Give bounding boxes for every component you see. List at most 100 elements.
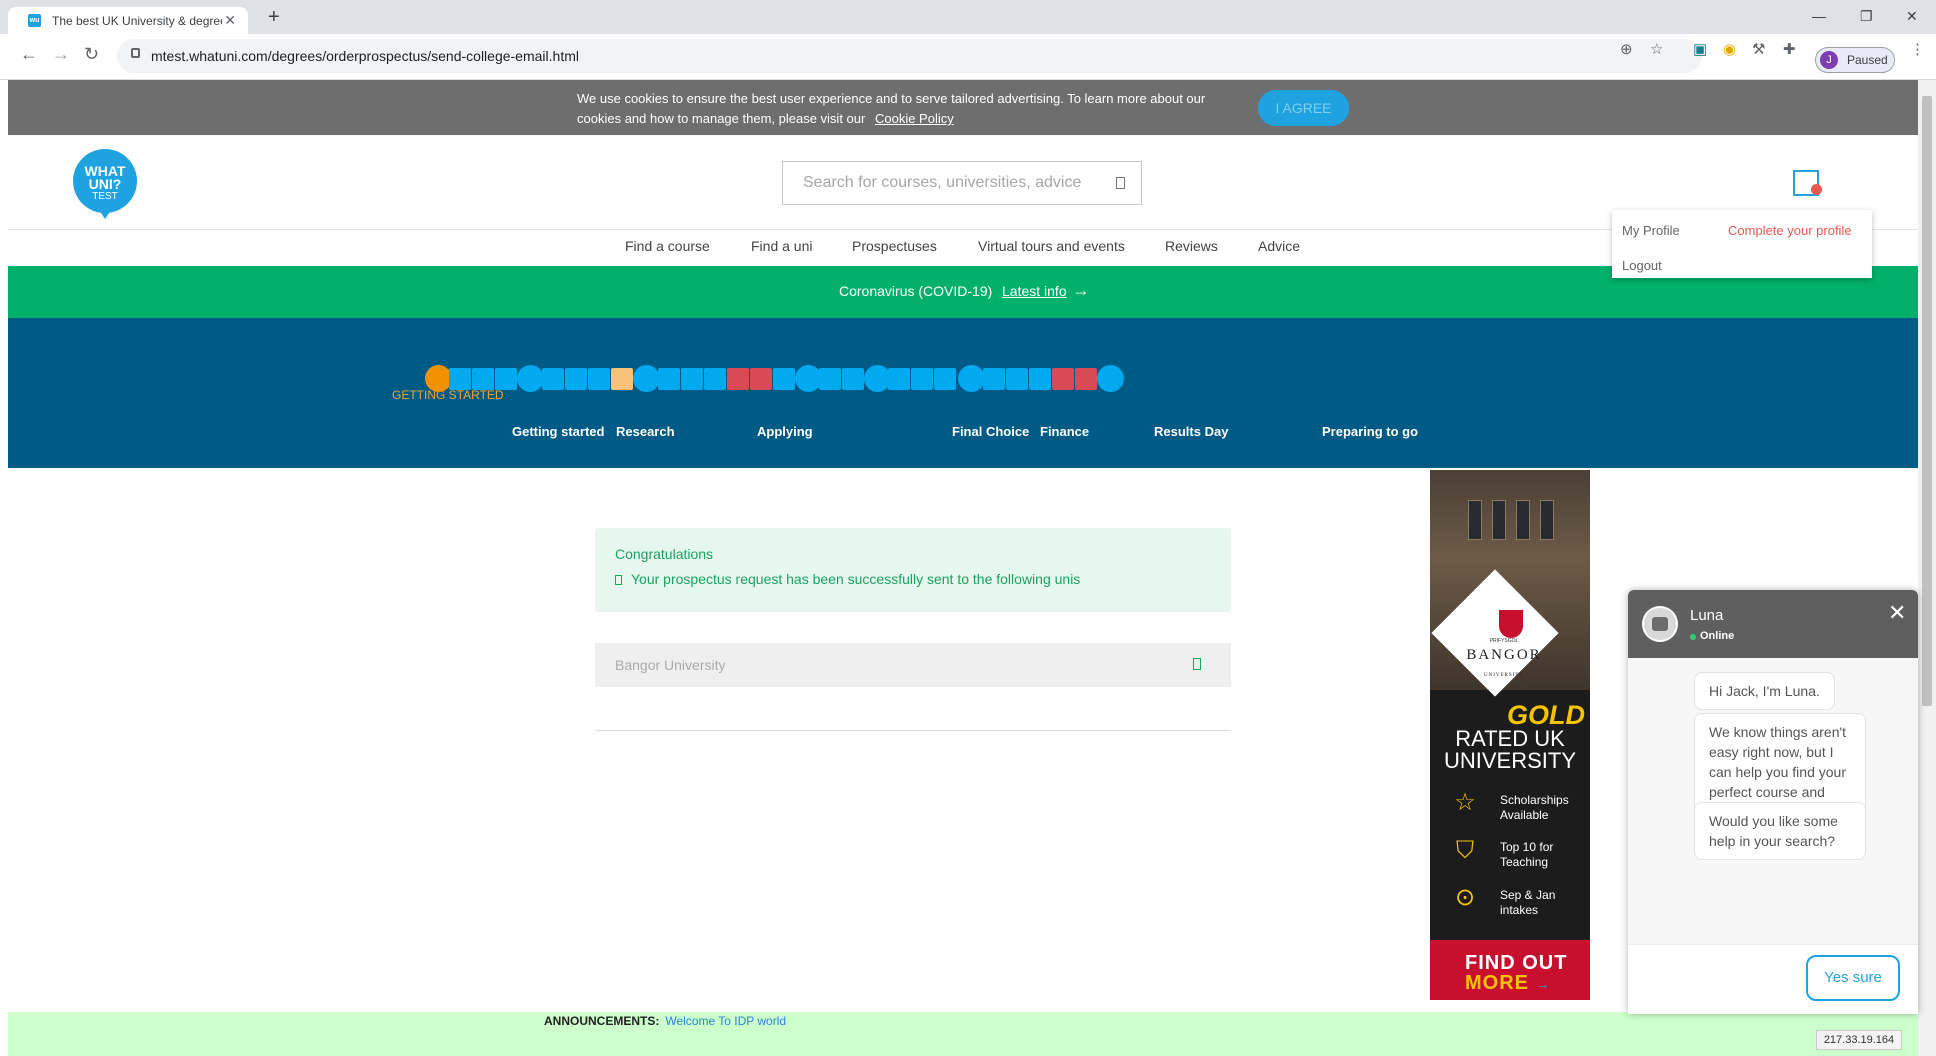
journey-step[interactable] bbox=[565, 368, 587, 390]
journey-step[interactable] bbox=[727, 368, 749, 390]
university-name: Bangor University bbox=[615, 657, 726, 673]
journey-milestone[interactable] bbox=[864, 365, 891, 392]
journey-step[interactable] bbox=[750, 368, 772, 390]
arrow-right-icon: → bbox=[1072, 280, 1090, 300]
nav-find-a-uni[interactable]: Find a uni bbox=[751, 238, 812, 254]
journey-step[interactable] bbox=[934, 368, 956, 390]
journey-step[interactable] bbox=[1052, 368, 1074, 390]
browser-tab[interactable]: wu The best UK University & degree ✕ bbox=[8, 7, 248, 34]
close-chat-icon[interactable]: ✕ bbox=[1888, 600, 1906, 626]
extension-tool-icon[interactable]: ⚒ bbox=[1752, 40, 1765, 58]
ad-find-out-more-button[interactable]: FIND OUT MORE → bbox=[1430, 940, 1590, 1000]
bangor-crest-icon bbox=[1499, 610, 1523, 638]
ad-feature-scholarships: Scholarships Available bbox=[1500, 793, 1569, 822]
stage-finance[interactable]: Finance bbox=[1040, 424, 1089, 439]
ad-university-name: BANGOR UNIVERSITY bbox=[1430, 647, 1578, 681]
profile-dropdown: My Profile Complete your profile Logout bbox=[1612, 210, 1872, 278]
search-placeholder: Search for courses, universities, advice bbox=[803, 174, 1082, 191]
journey-step[interactable] bbox=[911, 368, 933, 390]
cookie-policy-link[interactable]: Cookie Policy bbox=[875, 111, 954, 126]
chat-message: Would you like some help in your search? bbox=[1694, 802, 1866, 860]
close-tab-icon[interactable]: ✕ bbox=[224, 12, 236, 29]
restore-button[interactable]: ❐ bbox=[1860, 8, 1873, 25]
menu-kebab-icon[interactable]: ⋮ bbox=[1910, 40, 1925, 58]
address-bar[interactable]: mtest.whatuni.com/degrees/orderprospectu… bbox=[117, 39, 1702, 73]
back-button[interactable]: ← bbox=[20, 44, 38, 65]
my-profile-link[interactable]: My Profile bbox=[1622, 223, 1680, 238]
browser-toolbar: ← → ↻ mtest.whatuni.com/degrees/orderpro… bbox=[0, 34, 1936, 80]
search-input[interactable]: Search for courses, universities, advice bbox=[782, 161, 1142, 205]
current-stage-label: GETTING STARTED bbox=[392, 388, 504, 402]
journey-step[interactable] bbox=[773, 368, 795, 390]
journey-milestone[interactable] bbox=[1097, 365, 1124, 392]
journey-milestone[interactable] bbox=[633, 365, 660, 392]
search-icon[interactable] bbox=[1116, 177, 1125, 189]
ad-window-shape bbox=[1516, 500, 1530, 540]
chat-header: Luna Online ✕ bbox=[1628, 590, 1918, 658]
profile-chip[interactable]: J Paused bbox=[1815, 47, 1895, 73]
journey-milestone[interactable] bbox=[517, 365, 544, 392]
stage-results-day[interactable]: Results Day bbox=[1154, 424, 1228, 439]
journey-step[interactable] bbox=[1006, 368, 1028, 390]
page-scrollbar[interactable] bbox=[1918, 80, 1936, 1056]
journey-step[interactable] bbox=[681, 368, 703, 390]
complete-profile-link[interactable]: Complete your profile bbox=[1728, 223, 1852, 238]
chat-message: Hi Jack, I'm Luna. bbox=[1694, 672, 1835, 710]
logo-line2: UNI? bbox=[88, 176, 122, 192]
journey-milestone[interactable] bbox=[425, 365, 452, 392]
user-account-icon[interactable] bbox=[1793, 170, 1822, 196]
forward-button[interactable]: → bbox=[52, 44, 70, 65]
journey-step[interactable] bbox=[449, 368, 471, 390]
stage-applying[interactable]: Applying bbox=[757, 424, 813, 439]
chatbot-status: Online bbox=[1700, 630, 1735, 642]
extension-chrome-icon[interactable]: ◉ bbox=[1723, 40, 1736, 58]
agree-button[interactable]: I AGREE bbox=[1258, 90, 1349, 126]
journey-tracker: GETTING STARTED Getting started Research… bbox=[8, 318, 1918, 468]
journey-milestone[interactable] bbox=[795, 365, 822, 392]
journey-step[interactable] bbox=[495, 368, 517, 390]
journey-step[interactable] bbox=[1075, 368, 1097, 390]
whatuni-logo[interactable]: WHAT UNI? TEST bbox=[73, 149, 137, 219]
stage-preparing-to-go[interactable]: Preparing to go bbox=[1322, 424, 1418, 439]
new-tab-button[interactable]: + bbox=[268, 7, 280, 27]
ip-address-label: 217.33.19.164 bbox=[1816, 1030, 1902, 1050]
yes-sure-button[interactable]: Yes sure bbox=[1806, 955, 1900, 1001]
journey-milestone[interactable] bbox=[958, 365, 985, 392]
nav-prospectuses[interactable]: Prospectuses bbox=[852, 238, 937, 254]
bookmark-star-icon[interactable]: ☆ bbox=[1650, 40, 1663, 58]
university-list-item[interactable]: Bangor University bbox=[595, 643, 1231, 687]
chat-footer: Yes sure bbox=[1628, 944, 1918, 1014]
journey-step[interactable] bbox=[658, 368, 680, 390]
online-status-dot bbox=[1690, 634, 1696, 640]
logo-tail bbox=[97, 207, 113, 219]
stage-getting-started[interactable]: Getting started bbox=[512, 424, 604, 439]
journey-step[interactable] bbox=[588, 368, 610, 390]
announcement-text[interactable]: Welcome To IDP world bbox=[665, 1014, 786, 1028]
stage-research[interactable]: Research bbox=[616, 424, 675, 439]
journey-step[interactable] bbox=[888, 368, 910, 390]
covid-latest-info-link[interactable]: Latest info bbox=[1002, 283, 1067, 299]
nav-reviews[interactable]: Reviews bbox=[1165, 238, 1218, 254]
nav-find-a-course[interactable]: Find a course bbox=[625, 238, 710, 254]
extensions-puzzle-icon[interactable]: ✚ bbox=[1783, 40, 1796, 58]
reload-button[interactable]: ↻ bbox=[84, 44, 99, 65]
nav-virtual-tours[interactable]: Virtual tours and events bbox=[978, 238, 1125, 254]
stage-final-choice[interactable]: Final Choice bbox=[952, 424, 1029, 439]
extension-icon[interactable]: ▣ bbox=[1693, 40, 1707, 58]
journey-step[interactable] bbox=[611, 368, 633, 390]
location-icon[interactable]: ⊕ bbox=[1620, 40, 1633, 58]
journey-step[interactable] bbox=[819, 368, 841, 390]
close-window-button[interactable]: ✕ bbox=[1906, 8, 1918, 25]
bangor-advert[interactable]: PRIFYSGOL BANGOR UNIVERSITY GOLD RATED UK… bbox=[1430, 470, 1590, 1000]
logout-link[interactable]: Logout bbox=[1622, 258, 1662, 273]
ad-welsh-name: PRIFYSGOL bbox=[1489, 638, 1519, 644]
journey-step[interactable] bbox=[472, 368, 494, 390]
journey-step[interactable] bbox=[842, 368, 864, 390]
journey-step[interactable] bbox=[542, 368, 564, 390]
scrollbar-thumb[interactable] bbox=[1922, 96, 1932, 706]
journey-step[interactable] bbox=[983, 368, 1005, 390]
journey-step[interactable] bbox=[704, 368, 726, 390]
journey-step[interactable] bbox=[1029, 368, 1051, 390]
nav-advice[interactable]: Advice bbox=[1258, 238, 1300, 254]
minimize-button[interactable]: — bbox=[1812, 8, 1826, 24]
